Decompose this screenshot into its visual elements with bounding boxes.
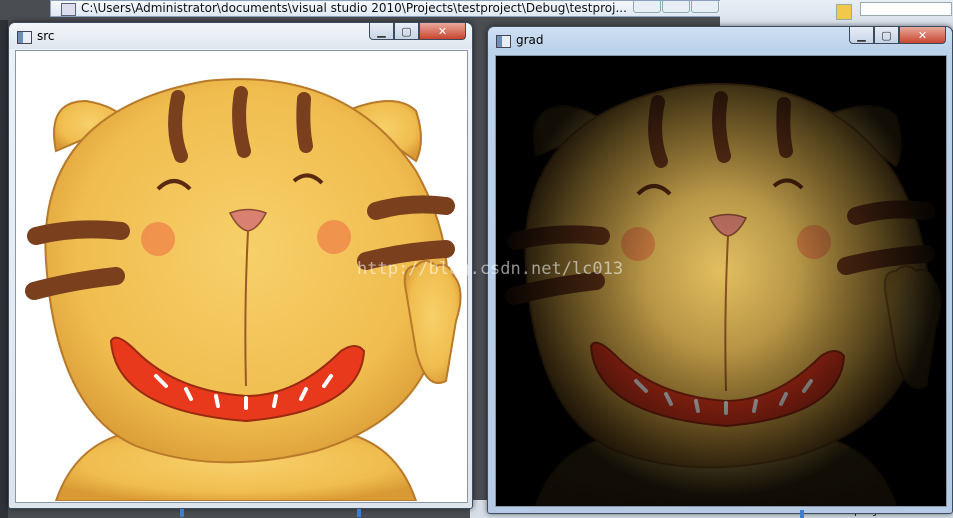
console-minimize-button[interactable] [633,1,661,13]
src-minimize-button[interactable]: ▁ [369,23,394,40]
ide-toolbar-icon[interactable] [836,4,852,20]
src-close-button[interactable]: ✕ [419,23,466,40]
grad-titlebar[interactable]: grad ▁ ▢ ✕ [488,27,952,53]
taskbar-marker [357,509,361,517]
grad-close-button[interactable]: ✕ [899,27,946,44]
src-window-controls: ▁ ▢ ✕ [369,23,466,41]
console-window-titlebar[interactable]: C:\Users\Administrator\documents\visual … [50,0,730,17]
grad-maximize-button[interactable]: ▢ [874,27,899,44]
src-window-title: src [37,29,55,43]
console-maximize-button[interactable] [662,1,690,13]
console-window-controls [632,1,719,16]
src-maximize-button[interactable]: ▢ [394,23,419,40]
console-close-button[interactable] [691,1,719,13]
src-image [15,50,468,503]
taskbar-marker [180,509,184,517]
console-icon [61,3,76,16]
grad-image [495,55,947,507]
taskbar-marker [800,510,804,518]
grad-window-controls: ▁ ▢ ✕ [849,27,946,45]
ide-search-field[interactable] [860,2,952,16]
grad-window-title: grad [516,33,544,47]
src-titlebar[interactable]: src ▁ ▢ ✕ [9,23,472,49]
src-window: src ▁ ▢ ✕ [8,22,473,509]
window-icon [17,31,32,44]
desktop-background [0,20,8,518]
grad-window: grad ▁ ▢ ✕ [487,26,953,514]
console-title: C:\Users\Administrator\documents\visual … [81,1,627,15]
window-icon [496,35,511,48]
grad-minimize-button[interactable]: ▁ [849,27,874,44]
